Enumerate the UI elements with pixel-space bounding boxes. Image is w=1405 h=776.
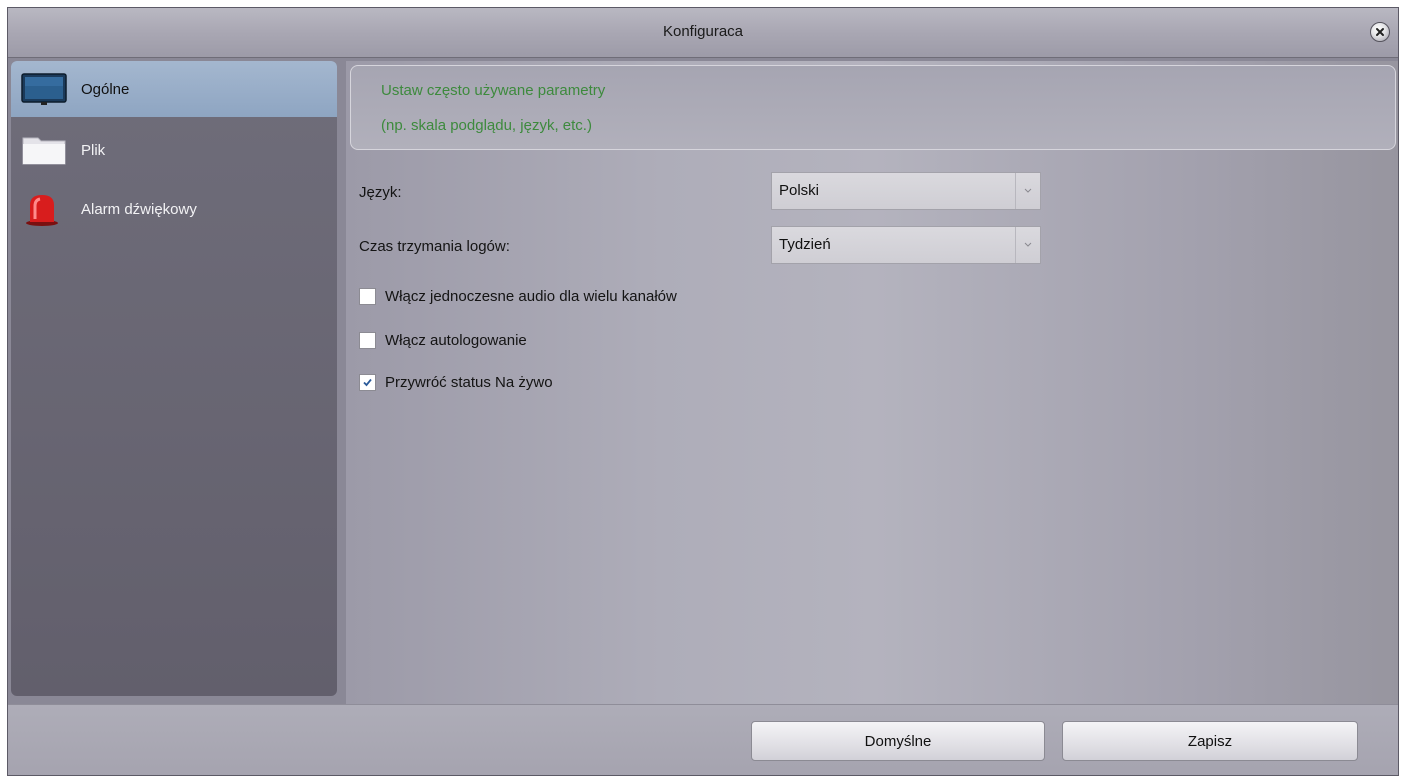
info-box: Ustaw często używane parametry (np. skal… [350, 65, 1396, 150]
checkbox-label: Włącz jednoczesne audio dla wielu kanałó… [385, 288, 677, 305]
log-retention-select[interactable]: Tydzień [771, 226, 1041, 264]
folder-icon [22, 137, 66, 165]
log-retention-select-value: Tydzień [779, 236, 831, 253]
sidebar-item-label: Ogólne [81, 80, 130, 98]
log-retention-label: Czas trzymania logów: [359, 238, 510, 255]
auto-login-checkbox[interactable] [359, 332, 376, 349]
language-select[interactable]: Polski [771, 172, 1041, 210]
window-title: Konfiguraca [662, 23, 744, 40]
close-button[interactable] [1370, 22, 1390, 42]
restore-live-status-option[interactable]: Przywróć status Na żywo [359, 374, 553, 391]
language-label: Język: [359, 184, 402, 201]
restore-live-status-checkbox[interactable] [359, 374, 376, 391]
save-button[interactable]: Zapisz [1062, 721, 1358, 761]
checkmark-icon [363, 378, 372, 387]
settings-panel: Ustaw często używane parametry (np. skal… [346, 61, 1398, 704]
checkbox-label: Przywróć status Na żywo [385, 374, 553, 391]
sidebar-item-label: Plik [81, 141, 106, 159]
info-line-2: (np. skala podglądu, język, etc.) [381, 117, 592, 134]
configuration-window: Konfiguraca Ogólne Plik Alarm dźwiękowy … [7, 7, 1399, 776]
title-bar: Konfiguraca [8, 8, 1398, 58]
chevron-down-icon [1015, 173, 1040, 209]
language-select-value: Polski [779, 182, 820, 199]
chevron-down-icon [1015, 227, 1040, 263]
sidebar: Ogólne Plik Alarm dźwiękowy [11, 61, 337, 696]
sidebar-item-label: Alarm dźwiękowy [81, 200, 197, 218]
sidebar-item-file[interactable]: Plik [11, 122, 337, 178]
monitor-icon [21, 73, 67, 105]
info-line-1: Ustaw często używane parametry [381, 82, 606, 99]
close-icon [1376, 28, 1384, 36]
auto-login-option[interactable]: Włącz autologowanie [359, 332, 527, 349]
multi-channel-audio-checkbox[interactable] [359, 288, 376, 305]
footer: Domyślne Zapisz [8, 704, 1398, 775]
sidebar-item-sound-alarm[interactable]: Alarm dźwiękowy [11, 181, 337, 237]
alarm-siren-icon [26, 195, 58, 226]
sidebar-item-general[interactable]: Ogólne [11, 61, 337, 117]
checkbox-label: Włącz autologowanie [385, 332, 527, 349]
default-button[interactable]: Domyślne [751, 721, 1045, 761]
multi-channel-audio-option[interactable]: Włącz jednoczesne audio dla wielu kanałó… [359, 288, 677, 305]
